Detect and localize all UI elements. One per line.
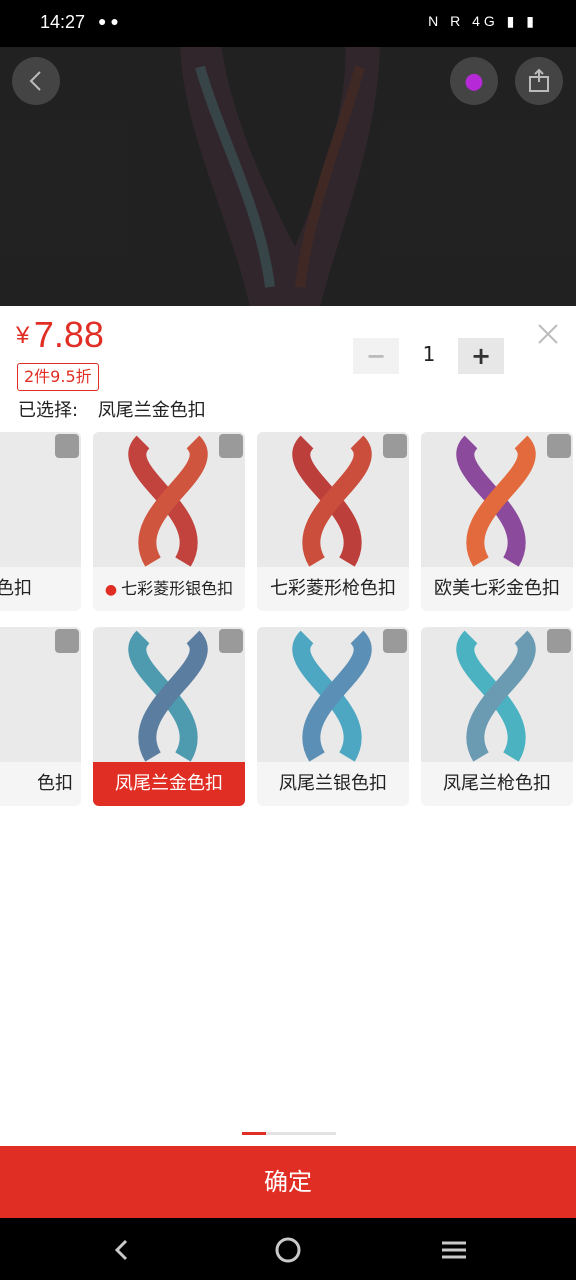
- expand-icon[interactable]: [55, 629, 79, 653]
- variant-card[interactable]: 金色扣: [0, 432, 81, 611]
- favorite-button[interactable]: ●: [450, 57, 498, 105]
- chat-icon: ●: [98, 13, 107, 29]
- variant-card[interactable]: ● 七彩菱形银色扣: [93, 432, 245, 611]
- system-nav-bar: [0, 1218, 576, 1280]
- increase-button[interactable]: +: [458, 338, 504, 374]
- price-value: 7.88: [33, 314, 104, 355]
- system-status-icons: N R 4G ▮ ▮: [428, 13, 538, 30]
- nav-back-button[interactable]: [106, 1234, 138, 1266]
- scroll-indicator: [242, 1132, 336, 1135]
- expand-icon[interactable]: [383, 434, 407, 458]
- expand-icon[interactable]: [547, 434, 571, 458]
- variant-label: 金色扣: [0, 578, 32, 599]
- chat-icon: ●: [110, 13, 119, 29]
- promo-badge: 2件9.5折: [17, 363, 99, 391]
- variant-label: 凤尾兰金色扣: [93, 762, 245, 806]
- heart-icon: ●: [464, 68, 484, 94]
- scroll-indicator-active: [242, 1132, 266, 1135]
- expand-icon[interactable]: [219, 434, 243, 458]
- selected-value: 凤尾兰金色扣: [97, 400, 206, 421]
- variant-label: 七彩菱形枪色扣: [270, 578, 396, 599]
- variant-label: 凤尾兰银色扣: [279, 773, 387, 794]
- variant-card[interactable]: 色扣: [0, 627, 81, 806]
- expand-icon[interactable]: [547, 629, 571, 653]
- variant-card[interactable]: 七彩菱形枪色扣: [257, 432, 409, 611]
- nav-menu-icon: [442, 1241, 466, 1259]
- selected-label: 已选择:: [18, 400, 79, 421]
- nav-home-button[interactable]: [272, 1234, 304, 1266]
- selected-variant: 已选择: 凤尾兰金色扣: [18, 396, 206, 422]
- nav-home-icon: [275, 1237, 301, 1263]
- nav-back-icon: [114, 1239, 128, 1261]
- currency-symbol: ¥: [16, 322, 30, 349]
- confirm-button[interactable]: 确定: [0, 1146, 576, 1218]
- status-time: 14:27: [40, 12, 86, 32]
- battery-icon: ▮: [526, 13, 538, 29]
- hot-icon: ●: [104, 582, 118, 598]
- variant-label: 凤尾兰枪色扣: [443, 773, 551, 794]
- variant-card[interactable]: 欧美七彩金色扣: [421, 432, 573, 611]
- expand-icon[interactable]: [55, 434, 79, 458]
- signal-icon: ▮: [506, 13, 519, 29]
- variant-card[interactable]: 凤尾兰银色扣: [257, 627, 409, 806]
- close-button[interactable]: [536, 322, 560, 346]
- notification-icons: ● ●: [98, 13, 119, 29]
- variant-card-selected[interactable]: 凤尾兰金色扣: [93, 627, 245, 806]
- product-hero-image: ●: [0, 47, 576, 306]
- quantity-stepper: − 1 +: [353, 338, 504, 374]
- expand-icon[interactable]: [219, 629, 243, 653]
- chevron-left-icon: [29, 71, 41, 91]
- expand-icon[interactable]: [383, 629, 407, 653]
- close-icon: [538, 324, 558, 344]
- quantity-value: 1: [422, 342, 436, 366]
- variant-label: 欧美七彩金色扣: [434, 578, 560, 599]
- decrease-button[interactable]: −: [353, 338, 399, 374]
- status-bar: 14:27 ● ● N R 4G ▮ ▮: [0, 0, 576, 47]
- variant-card[interactable]: 凤尾兰枪色扣: [421, 627, 573, 806]
- variant-grid: 金色扣 ●七彩菱形银色扣 七彩菱形枪色扣: [0, 432, 576, 808]
- sku-selector-sheet: ¥ 7.88 2件9.5折 已选择: 凤尾兰金色扣 − 1 + 金色扣: [0, 306, 576, 1163]
- share-icon: [529, 68, 549, 92]
- share-button[interactable]: [515, 57, 563, 105]
- variant-label: 色扣: [37, 773, 73, 794]
- nav-menu-button[interactable]: [438, 1234, 470, 1266]
- network-status-text: N R 4G: [428, 13, 499, 29]
- back-button[interactable]: [12, 57, 60, 105]
- variant-label: ● 七彩菱形银色扣: [104, 579, 234, 598]
- price: ¥ 7.88: [16, 314, 104, 356]
